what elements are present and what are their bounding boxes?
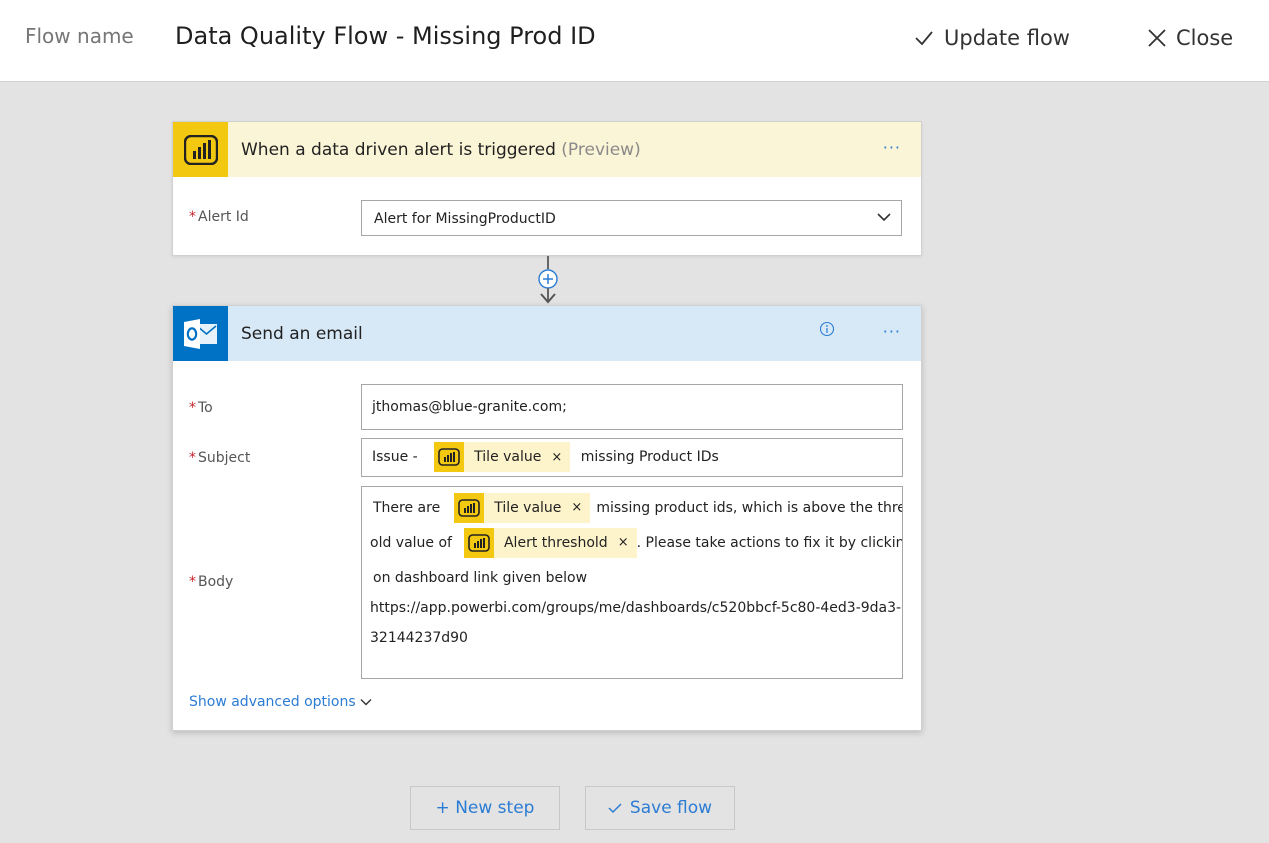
to-label-text: To — [198, 400, 213, 416]
powerbi-token-icon — [463, 528, 494, 558]
email-more-menu[interactable]: ··· — [883, 322, 901, 341]
chevron-down-icon — [877, 213, 891, 222]
new-step-label: + New step — [435, 798, 535, 818]
body-text: . Please take actions to fix it by click… — [636, 535, 903, 551]
subject-label-text: Subject — [198, 450, 251, 466]
step-connector[interactable] — [538, 256, 558, 305]
info-icon[interactable] — [819, 321, 835, 337]
body-label-text: Body — [198, 574, 234, 590]
show-advanced-options-link[interactable]: Show advanced options — [189, 694, 372, 710]
body-text: There are — [373, 500, 441, 516]
alert-id-value: Alert for MissingProductID — [374, 211, 556, 227]
to-label: * To — [189, 400, 213, 416]
email-title: Send an email — [241, 324, 363, 344]
alert-id-label-text: Alert Id — [198, 209, 249, 225]
body-label: * Body — [189, 574, 233, 590]
email-card-header[interactable]: Send an email ··· — [173, 306, 921, 361]
flow-name-input[interactable]: Data Quality Flow - Missing Prod ID — [175, 22, 596, 50]
remove-token-icon[interactable]: × — [571, 493, 590, 523]
checkmark-icon — [608, 803, 622, 814]
subject-suffix: missing Product IDs — [580, 449, 719, 465]
save-flow-button[interactable]: Save flow — [585, 786, 735, 830]
required-mark: * — [189, 574, 196, 590]
flow-name-label: Flow name — [25, 24, 134, 48]
body-alert-threshold-token[interactable]: Alert threshold × — [463, 528, 637, 558]
to-value: jthomas@blue-granite.com; — [372, 399, 567, 415]
save-flow-label: Save flow — [629, 798, 713, 818]
body-text: old value of — [370, 535, 452, 551]
token-label: Tile value — [494, 500, 562, 516]
token-label: Tile value — [474, 449, 542, 465]
body-line-4: https://app.powerbi.com/groups/me/dashbo… — [370, 593, 902, 623]
alert-id-dropdown[interactable]: Alert for MissingProductID — [361, 200, 902, 236]
show-advanced-label: Show advanced options — [189, 694, 356, 710]
body-line-5: 32144237d90 — [370, 623, 894, 653]
remove-token-icon[interactable]: × — [618, 528, 637, 558]
new-step-button[interactable]: + New step — [410, 786, 560, 830]
alert-id-label: * Alert Id — [189, 209, 249, 225]
trigger-title: When a data driven alert is triggered (P… — [241, 140, 641, 160]
required-mark: * — [189, 209, 196, 225]
remove-token-icon[interactable]: × — [551, 450, 570, 465]
body-text: missing product ids, which is above the … — [596, 500, 903, 516]
trigger-card-header[interactable]: When a data driven alert is triggered (P… — [173, 122, 921, 177]
checkmark-icon — [915, 31, 933, 46]
body-input[interactable]: There are Tile value × missing product ids,… — [361, 486, 903, 679]
trigger-card: When a data driven alert is triggered (P… — [172, 121, 922, 256]
powerbi-token-icon — [454, 493, 485, 523]
close-icon — [1148, 29, 1166, 47]
body-line-3: on dashboard link given below — [370, 563, 894, 593]
powerbi-token-icon — [434, 442, 465, 472]
chevron-down-icon — [360, 699, 372, 706]
close-button[interactable]: Close — [1147, 22, 1233, 54]
powerbi-icon — [173, 122, 228, 177]
update-flow-button[interactable]: Update flow — [914, 22, 1070, 54]
body-tile-value-token[interactable]: Tile value × — [454, 493, 591, 523]
trigger-title-text: When a data driven alert is triggered — [241, 140, 556, 160]
update-flow-label: Update flow — [944, 26, 1070, 50]
top-bar: Flow name Data Quality Flow - Missing Pr… — [0, 0, 1269, 82]
close-label: Close — [1176, 26, 1234, 50]
token-label: Alert threshold — [503, 535, 608, 551]
subject-input[interactable]: Issue - Tile value × missing Product IDs — [361, 438, 903, 477]
required-mark: * — [189, 450, 196, 466]
trigger-more-menu[interactable]: ··· — [883, 138, 901, 157]
required-mark: * — [189, 400, 196, 416]
subject-label: * Subject — [189, 450, 250, 466]
preview-tag: (Preview) — [561, 140, 641, 160]
body-url: 32144237d90 — [370, 630, 468, 646]
to-input[interactable]: jthomas@blue-granite.com; — [361, 384, 903, 430]
body-line-2: old value of Alert threshold ×. Please tak… — [370, 528, 902, 563]
subject-prefix: Issue - — [372, 449, 418, 465]
body-url: https://app.powerbi.com/groups/me/dashbo… — [370, 600, 903, 616]
body-line-1: There are Tile value × missing product ids,… — [370, 493, 902, 528]
subject-tile-value-token[interactable]: Tile value × — [434, 442, 571, 472]
send-email-card: Send an email ··· * To jthomas@blue-grani… — [172, 305, 922, 731]
body-text: on dashboard link given below — [373, 570, 588, 586]
outlook-icon — [173, 306, 228, 361]
